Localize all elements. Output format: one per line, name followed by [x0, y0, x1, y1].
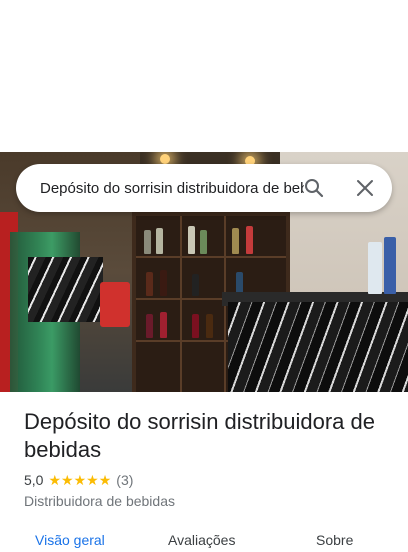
star-icon: ★ — [98, 472, 112, 488]
photo-marble-counter — [228, 302, 408, 392]
place-category[interactable]: Distribuidora de bebidas — [24, 493, 175, 509]
photo-red-chair — [100, 282, 130, 327]
review-count[interactable]: (3) — [116, 472, 133, 488]
photo-marble-wall — [28, 257, 103, 322]
photo-lamp — [160, 154, 170, 164]
star-icon: ★ — [86, 472, 99, 488]
tab-overview[interactable]: Visão geral — [35, 532, 105, 548]
photo-vodka-bottle — [368, 242, 382, 294]
close-icon — [357, 180, 373, 196]
search-icon[interactable] — [302, 176, 326, 200]
rating-row[interactable]: 5,0 ★ ★ ★ ★ ★ (3) — [24, 472, 133, 488]
place-title: Depósito do sorrisin distribuidora de be… — [24, 409, 375, 462]
star-rating: ★ ★ ★ ★ ★ — [48, 473, 111, 487]
close-icon[interactable] — [353, 176, 377, 200]
star-icon: ★ — [48, 472, 62, 488]
star-icon: ★ — [61, 472, 74, 488]
place-tabs: Visão geral Avaliações Sobre — [0, 528, 408, 552]
tab-reviews[interactable]: Avaliações — [168, 532, 235, 548]
tab-about[interactable]: Sobre — [316, 532, 353, 548]
rating-score: 5,0 — [24, 472, 44, 488]
star-icon: ★ — [73, 472, 87, 488]
search-input[interactable]: Depósito do sorrisin distribuidora de be… — [40, 180, 304, 197]
photo-blue-bottle — [384, 237, 396, 294]
search-icon — [305, 179, 324, 198]
search-bar[interactable]: Depósito do sorrisin distribuidora de be… — [16, 164, 392, 212]
